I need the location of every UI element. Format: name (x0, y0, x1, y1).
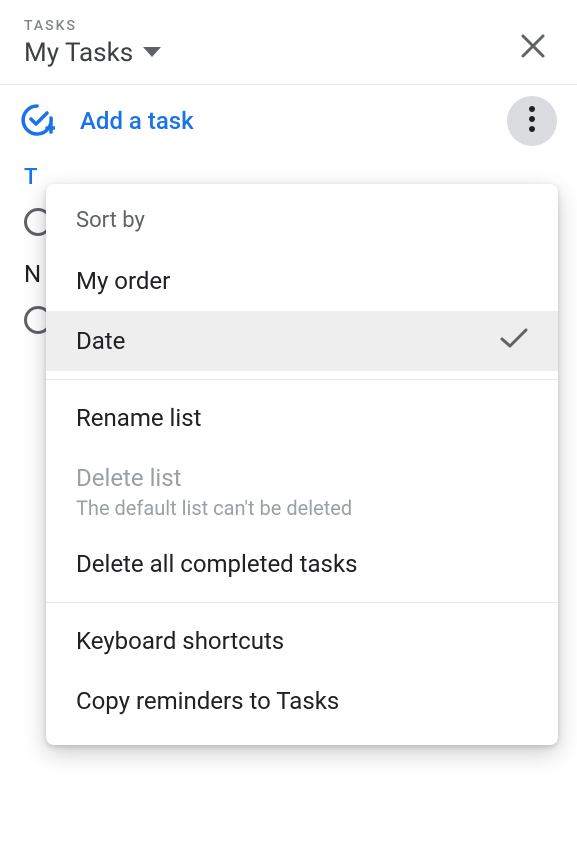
menu-section-header: Sort by (46, 198, 558, 251)
menu-item-subtext: The default list can't be deleted (46, 494, 558, 534)
list-selector[interactable]: My Tasks (24, 38, 161, 68)
add-task-icon[interactable] (20, 103, 56, 139)
menu-item-rename-list[interactable]: Rename list (46, 388, 558, 448)
menu-item-delete-list: Delete list (46, 448, 558, 494)
add-task-button[interactable]: Add a task (80, 107, 194, 135)
menu-item-label: My order (76, 267, 170, 295)
menu-item-label: Rename list (76, 404, 201, 432)
toolbar: Add a task (0, 85, 577, 157)
menu-item-delete-completed[interactable]: Delete all completed tasks (46, 534, 558, 594)
close-button[interactable] (513, 28, 553, 68)
caret-down-icon (143, 47, 161, 59)
more-options-button[interactable] (507, 96, 557, 146)
menu-item-label: Copy reminders to Tasks (76, 687, 339, 715)
check-icon (500, 327, 528, 355)
menu-item-date[interactable]: Date (46, 311, 558, 371)
header: TASKS My Tasks (0, 0, 577, 85)
menu-item-label: Delete all completed tasks (76, 550, 358, 578)
list-name: My Tasks (24, 38, 133, 68)
close-icon (520, 33, 546, 63)
menu-item-my-order[interactable]: My order (46, 251, 558, 311)
menu-divider (46, 379, 558, 380)
menu-item-keyboard-shortcuts[interactable]: Keyboard shortcuts (46, 611, 558, 671)
menu-item-copy-reminders[interactable]: Copy reminders to Tasks (46, 671, 558, 731)
options-menu: Sort by My order Date Rename list Delete… (46, 184, 558, 745)
header-label: TASKS (24, 18, 553, 34)
more-vert-icon (529, 106, 535, 136)
menu-divider (46, 602, 558, 603)
menu-item-label: Delete list (76, 464, 181, 492)
menu-item-label: Keyboard shortcuts (76, 627, 284, 655)
menu-item-label: Date (76, 327, 125, 355)
